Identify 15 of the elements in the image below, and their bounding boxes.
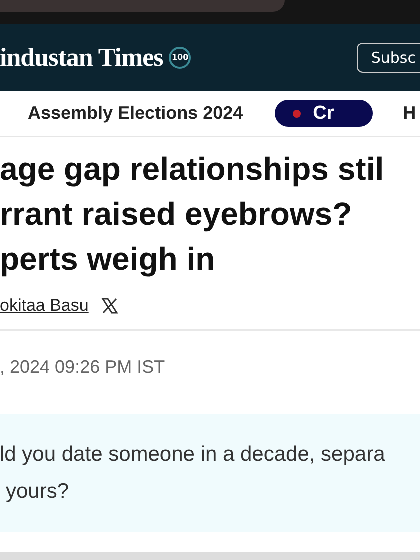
publish-date: , 2024 09:26 PM IST [0, 356, 166, 378]
nav-link[interactable]: H [403, 103, 416, 124]
live-button[interactable]: Cr [275, 100, 374, 127]
subscribe-button[interactable]: Subsc [357, 42, 420, 72]
quote-text: ld you date someone in a decade, separa [0, 442, 386, 468]
headline: rrant raised eyebrows? [0, 195, 354, 234]
author-link[interactable]: okitaa Basu [0, 296, 89, 316]
live-dot-icon [293, 110, 302, 118]
x-icon[interactable] [100, 297, 119, 315]
headline: perts weigh in [0, 240, 216, 279]
site-logo[interactable]: industan Times [0, 42, 164, 72]
headline: age gap relationships stil [0, 150, 386, 189]
quote-text: yours? [5, 479, 70, 505]
nav-link[interactable]: Assembly Elections 2024 [28, 103, 244, 124]
anniversary-badge: 100 [169, 46, 192, 68]
